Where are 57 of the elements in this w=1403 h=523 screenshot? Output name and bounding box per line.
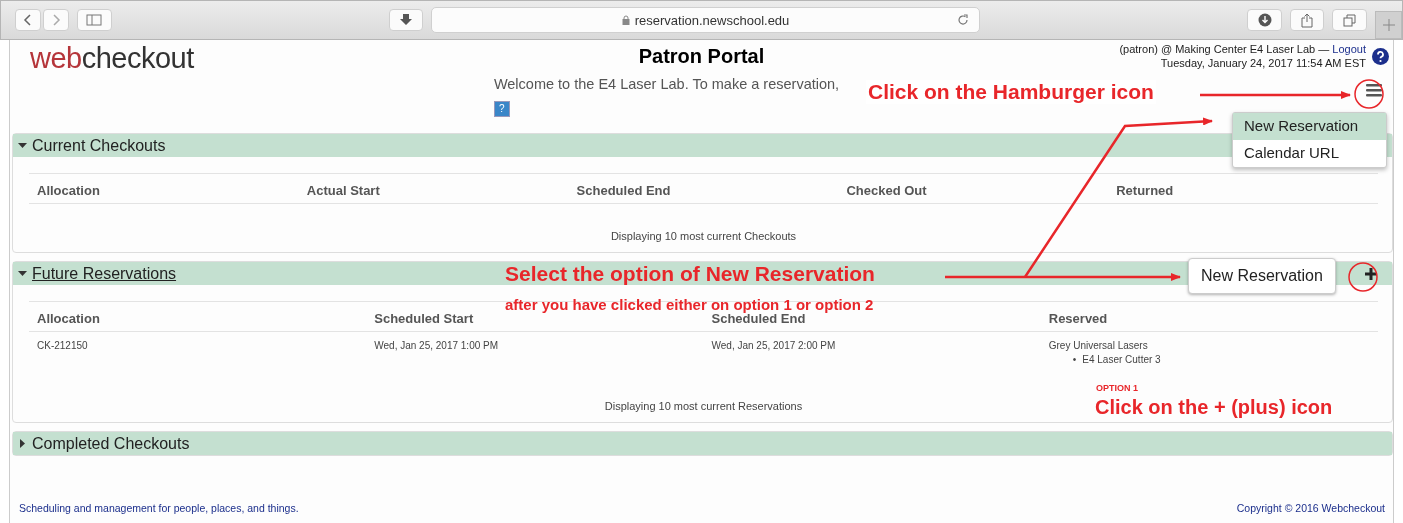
table-footer: Displaying 10 most current Reservations xyxy=(604,400,803,412)
download-icon xyxy=(1257,13,1272,27)
user-info: (patron) @ Making Center E4 Laser Lab — xyxy=(1119,43,1330,55)
table-cell-text: Wed, Jan 25, 2017 1:00 PM xyxy=(373,340,500,353)
section-header[interactable]: Completed Checkouts xyxy=(13,432,1392,455)
url-text: reservation.newschool.edu xyxy=(621,12,790,28)
column-header: Actual Start xyxy=(305,183,381,198)
table-cell-text: Wed, Jan 25, 2017 2:00 PM xyxy=(710,340,837,353)
table-cell-text: CK-212150 xyxy=(36,340,89,353)
help-button[interactable]: ? xyxy=(493,101,510,117)
menu-item[interactable]: New Reservation xyxy=(1233,113,1386,140)
column-header: Checked Out xyxy=(845,183,928,198)
plus-icon[interactable] xyxy=(1364,266,1378,281)
toggle-icon[interactable] xyxy=(18,269,27,278)
down-arrow-icon xyxy=(398,13,413,27)
table-footer: Displaying 10 most current Checkouts xyxy=(610,230,797,242)
toggle-icon[interactable] xyxy=(18,141,27,150)
reserved-group: Grey Universal Lasers xyxy=(1048,340,1378,351)
column-header: Allocation xyxy=(36,183,101,198)
address-field[interactable]: reservation.newschool.edu xyxy=(431,7,980,33)
column-header: Scheduled Start xyxy=(373,311,475,326)
highlight-circle xyxy=(1348,262,1378,292)
column-header: Allocation xyxy=(36,311,101,326)
section-title[interactable]: Current Checkouts xyxy=(32,136,166,155)
copyright: Copyright © 2016 Webcheckout xyxy=(1236,502,1385,514)
welcome-text: Welcome to the E4 Laser Lab. To make a reservation, xyxy=(493,76,840,92)
tabs-icon xyxy=(1343,13,1357,27)
chevron-right-icon xyxy=(51,14,61,26)
help-icon[interactable] xyxy=(1372,47,1389,65)
menu-icon[interactable] xyxy=(1365,82,1383,98)
instruction-text: Click on the + (plus) icon xyxy=(1095,396,1333,419)
chevron-left-icon xyxy=(23,14,33,26)
downloads-button[interactable] xyxy=(1247,9,1282,31)
reserved-item: E4 Laser Cutter 3 xyxy=(1082,354,1161,365)
highlight-circle xyxy=(1354,79,1384,109)
share-icon xyxy=(1301,12,1314,28)
instruction-note: after you have clicked either on option 1 or option 2 xyxy=(505,296,874,313)
date-time: Tuesday, January 24, 2017 11:54 AM EST xyxy=(1160,56,1366,70)
column-header: Reserved xyxy=(1047,311,1109,326)
download-button[interactable] xyxy=(388,9,424,31)
sidebar-icon xyxy=(86,14,103,26)
page-title: Patron Portal xyxy=(638,45,765,68)
bullet: • xyxy=(1072,354,1077,365)
reload-icon[interactable] xyxy=(956,14,969,26)
toggle-icon[interactable] xyxy=(18,439,27,448)
footer-tagline: Scheduling and management for people, places, and things. xyxy=(19,502,299,514)
section-title[interactable]: Future Reservations xyxy=(32,264,177,283)
plus-icon xyxy=(1382,19,1395,31)
new-reservation-button[interactable]: New Reservation xyxy=(1188,258,1336,294)
section-title[interactable]: Completed Checkouts xyxy=(32,434,190,453)
instruction-text: Select the option of New Reservation xyxy=(505,262,875,285)
lock-icon xyxy=(621,15,630,25)
column-header: Returned xyxy=(1115,183,1175,198)
option-label: OPTION 1 xyxy=(1096,383,1138,393)
logo: webcheckout xyxy=(29,41,194,75)
column-header: Scheduled End xyxy=(575,183,672,198)
logout-link[interactable]: Logout xyxy=(1332,43,1366,55)
